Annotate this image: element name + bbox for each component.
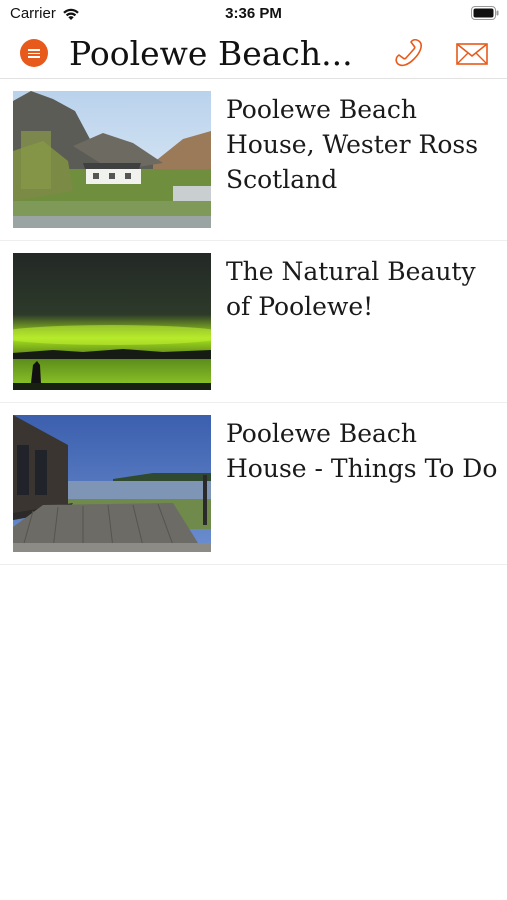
deck-lake-photo <box>13 415 211 552</box>
mail-icon[interactable] <box>455 41 489 67</box>
cottage-landscape-photo <box>13 91 211 228</box>
article-list: Poolewe Beach House, Wester Ross Scotlan… <box>0 79 507 565</box>
article-item[interactable]: The Natural Beauty of Poolewe! <box>0 241 507 403</box>
app-header: Poolewe Beach... <box>0 28 507 79</box>
phone-icon[interactable] <box>392 37 426 71</box>
article-title: The Natural Beauty of Poolewe! <box>226 257 476 321</box>
battery-icon <box>471 6 499 20</box>
menu-button[interactable] <box>20 39 48 67</box>
article-item[interactable]: Poolewe Beach House, Wester Ross Scotlan… <box>0 79 507 241</box>
page-title: Poolewe Beach... <box>69 34 353 73</box>
status-time: 3:36 PM <box>225 5 282 22</box>
article-title: Poolewe Beach House - Things To Do <box>226 419 498 483</box>
article-item[interactable]: Poolewe Beach House - Things To Do <box>0 403 507 565</box>
status-bar: Carrier 3:36 PM <box>0 0 507 28</box>
aurora-night-photo <box>13 253 211 390</box>
article-title: Poolewe Beach House, Wester Ross Scotlan… <box>226 95 479 194</box>
